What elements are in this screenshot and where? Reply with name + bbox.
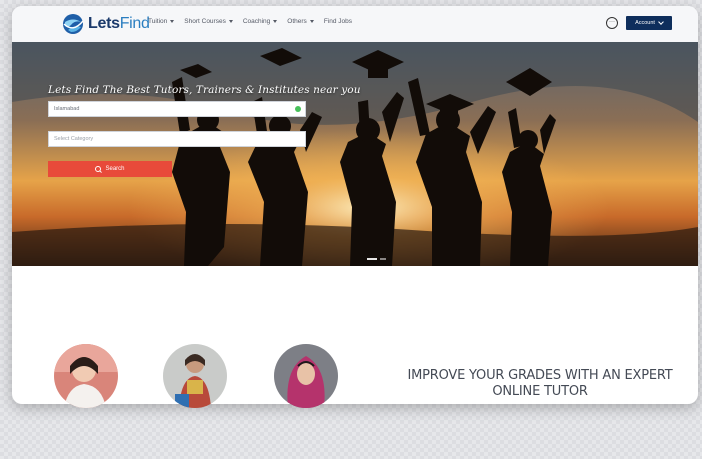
menu-others[interactable]: Others	[287, 18, 314, 25]
caret-down-icon	[309, 20, 314, 23]
hero-banner: Lets Find The Best Tutors, Trainers & In…	[12, 42, 698, 266]
caret-down-icon	[273, 20, 278, 23]
chevron-down-icon	[658, 19, 664, 25]
chat-bubble-icon[interactable]: ···	[606, 17, 618, 29]
globe-logo-icon	[63, 14, 84, 34]
menu-tuition[interactable]: Tuition	[148, 18, 175, 25]
hero-tagline: Lets Find The Best Tutors, Trainers & In…	[48, 84, 361, 96]
category-select[interactable]: Select Category	[48, 131, 306, 147]
menu-short-courses[interactable]: Short Courses	[184, 18, 233, 25]
caret-down-icon	[170, 20, 175, 23]
carousel-indicator[interactable]	[367, 258, 386, 260]
brand-name: LetsFind	[88, 15, 150, 32]
location-status-icon	[295, 106, 301, 112]
main-menu: Tuition Short Courses Coaching Others Fi…	[148, 18, 352, 25]
search-icon	[95, 166, 102, 172]
browser-frame: LetsFind Tuition Short Courses Coaching …	[12, 6, 698, 404]
caret-down-icon	[228, 20, 233, 23]
menu-find-jobs[interactable]: Find Jobs	[324, 18, 352, 25]
menu-coaching[interactable]: Coaching	[243, 18, 278, 25]
page-reflection	[12, 349, 698, 404]
search-button[interactable]: Search	[48, 161, 172, 177]
top-navbar: LetsFind Tuition Short Courses Coaching …	[12, 6, 698, 43]
location-input[interactable]: Islamabad	[48, 101, 306, 117]
graduation-sunset-image	[12, 42, 698, 266]
logo[interactable]: LetsFind	[62, 12, 150, 36]
account-button[interactable]: Account	[626, 16, 672, 30]
